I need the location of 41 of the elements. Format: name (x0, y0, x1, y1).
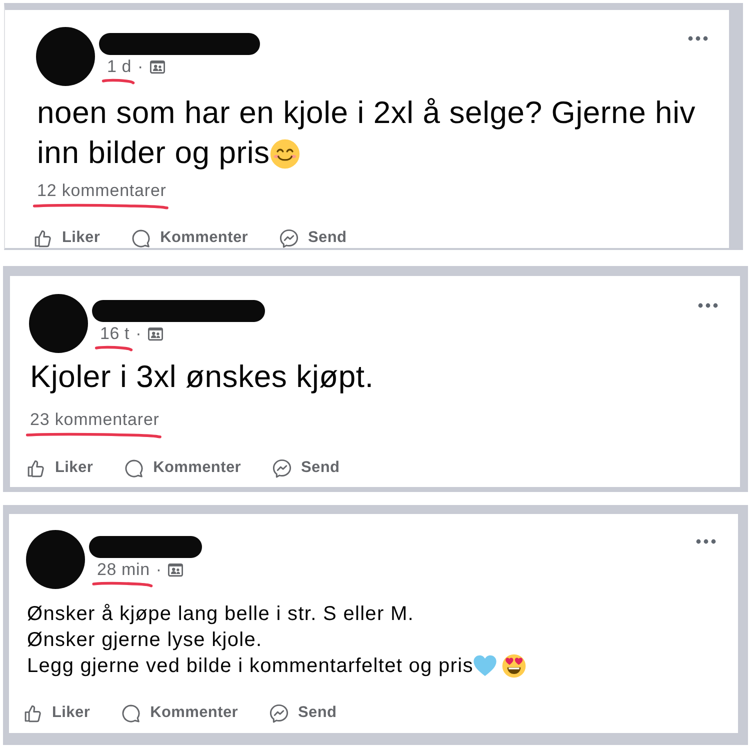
bolt-bubble-icon (268, 702, 290, 724)
comment-button[interactable]: Kommenter (123, 458, 241, 478)
speech-bubble-icon (130, 228, 152, 248)
thumbs-up-icon (32, 228, 54, 248)
comment-button[interactable]: Kommenter (130, 228, 248, 248)
post-time[interactable]: 1 d (107, 57, 132, 76)
meta-separator: · (156, 560, 162, 580)
like-button[interactable]: Liker (25, 458, 94, 478)
send-button[interactable]: Send (268, 703, 337, 723)
meta-separator: · (136, 324, 142, 344)
comment-count[interactable]: 12 kommentarer (37, 181, 166, 200)
thumbs-up-icon (25, 458, 47, 478)
meta-separator: · (138, 57, 144, 77)
post-text: Legg gjerne ved bilde i kommentarfeltet og pris (27, 655, 474, 677)
post-text: Ønsker å kjøpe lang belle i str. S eller M. (27, 603, 414, 625)
post-time[interactable]: 16 t (100, 324, 130, 343)
more-options-icon[interactable] (696, 539, 716, 544)
comment-button[interactable]: Kommenter (120, 703, 238, 723)
bolt-bubble-icon (278, 228, 300, 248)
smiling-face-icon (270, 139, 300, 169)
send-button[interactable]: Send (271, 458, 340, 478)
people-icon (150, 60, 165, 74)
speech-bubble-icon (123, 458, 146, 478)
post-time[interactable]: 28 min (97, 560, 150, 579)
speech-bubble-icon (120, 702, 142, 724)
post-text: Ønsker gjerne lyse kjole. (27, 629, 262, 651)
thumbs-up-icon (22, 702, 44, 724)
people-icon (168, 563, 183, 577)
bolt-bubble-icon (271, 458, 293, 478)
send-button[interactable]: Send (278, 228, 347, 248)
post-text: noen som har en kjole i 2xl å selge? Gjerne hiv (37, 95, 696, 130)
more-options-icon[interactable] (698, 303, 718, 308)
heart-eyes-face-icon (502, 654, 526, 678)
like-button[interactable]: Liker (22, 703, 90, 723)
post-text: inn bilder og pris (37, 135, 270, 170)
comment-count[interactable]: 23 kommentarer (30, 410, 160, 429)
heart-icon (473, 654, 498, 678)
post-text: Kjoler i 3xl ønskes kjøpt. (30, 359, 374, 394)
like-button[interactable]: Liker (32, 228, 100, 248)
more-options-icon[interactable] (688, 36, 708, 41)
people-icon (148, 327, 163, 341)
